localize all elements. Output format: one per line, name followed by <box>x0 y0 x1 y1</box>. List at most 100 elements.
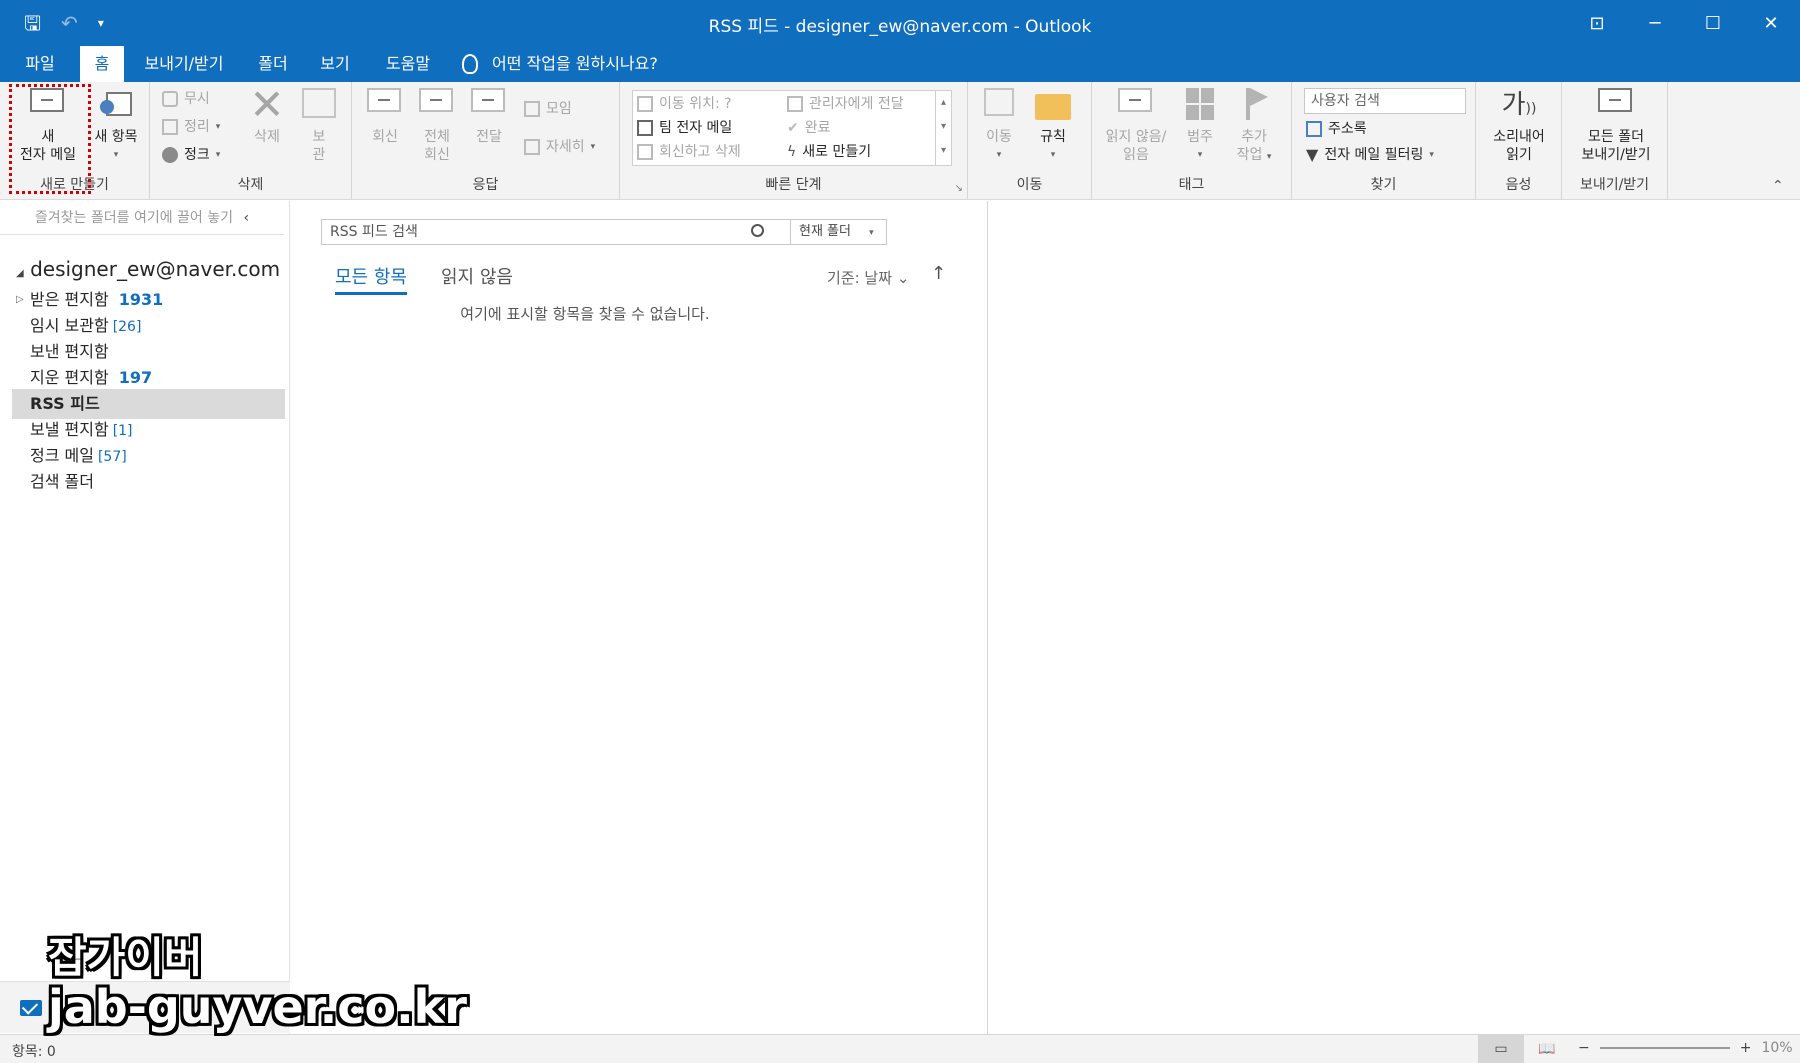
meeting-button[interactable]: 모임 <box>524 98 572 120</box>
reading-view-icon[interactable]: 📖 <box>1524 1035 1570 1063</box>
unread-read-icon <box>1118 88 1152 112</box>
tab-file[interactable]: 파일 <box>12 46 68 82</box>
ribbon-display-options-icon[interactable]: ⊡ <box>1568 0 1626 46</box>
group-label-quick-steps: 빠른 단계 <box>765 177 822 193</box>
quick-step-to-manager[interactable]: 관리자에게 전달 <box>787 93 904 115</box>
title-bar: 🖫 ↶ ▾ RSS 피드 - designer_ew@naver.com - O… <box>0 0 1800 46</box>
quick-step-reply-delete[interactable]: 회신하고 삭제 <box>637 141 741 163</box>
search-people-input[interactable]: 사용자 검색 <box>1304 88 1466 114</box>
folder-name: 보낼 편지함 <box>30 420 109 439</box>
tab-unread[interactable]: 읽지 않음 <box>441 263 513 295</box>
reading-pane <box>989 201 1800 1034</box>
categorize-icon <box>1186 88 1214 120</box>
folder-count: 197 <box>118 368 153 387</box>
zoom-slider[interactable] <box>1599 1047 1730 1049</box>
quick-step-team-email[interactable]: 팀 전자 메일 <box>637 117 732 139</box>
tab-view[interactable]: 보기 <box>310 46 360 82</box>
move-button[interactable]: 이동 ▾ <box>972 88 1026 164</box>
send-receive-all-button[interactable]: 모든 폴더 보내기/받기 <box>1566 88 1666 164</box>
delete-button[interactable]: ✕ 삭제 <box>242 84 292 146</box>
folder-count: [26] <box>112 319 142 335</box>
tab-folder[interactable]: 폴더 <box>250 46 296 82</box>
folder-name: 지운 편지함 <box>30 368 109 387</box>
zoom-in-icon[interactable]: + <box>1740 1040 1752 1056</box>
archive-icon <box>302 88 336 118</box>
collapse-pane-icon[interactable]: ‹ <box>243 210 249 226</box>
forward-button[interactable]: 전달 <box>462 88 516 146</box>
watermark-line2: jab-guyver.co.kr <box>48 980 467 1034</box>
dialog-launcher-icon[interactable]: ↘ <box>955 183 963 194</box>
quick-step-move-to[interactable]: 이동 위치: ? <box>637 93 732 115</box>
unread-read-button[interactable]: 읽지 않음/ 읽음 <box>1096 88 1176 164</box>
reply-button[interactable]: 회신 <box>358 88 412 146</box>
ribbon-tab-bar: 파일 홈 보내기/받기 폴더 보기 도움말 어떤 작업을 원하시나요? <box>0 46 1800 82</box>
folder-name: 임시 보관함 <box>30 316 109 335</box>
folder-count: 1931 <box>118 290 164 309</box>
lightning-icon: ϟ <box>787 144 797 160</box>
new-email-highlight-box <box>9 84 91 194</box>
tab-home[interactable]: 홈 <box>80 46 124 82</box>
forward-icon <box>471 88 505 112</box>
close-icon[interactable]: ✕ <box>1742 0 1800 46</box>
group-label-move: 이동 <box>1016 177 1043 193</box>
address-book-button[interactable]: 주소록 <box>1306 118 1367 140</box>
ribbon-group-delete: 무시 정리 ▾ 정크 ▾ ✕ 삭제 보 관 삭제 <box>150 82 352 200</box>
quick-step-done[interactable]: ✔ 완료 <box>787 117 831 139</box>
ribbon: 새 전자 메일 새 항목 ▾ 새로 만들기 무시 정리 ▾ 정크 ▾ ✕ 삭제 … <box>0 82 1800 200</box>
zoom-control: − + 10% <box>1578 1040 1793 1056</box>
group-label-send-receive: 보내기/받기 <box>1579 177 1650 193</box>
group-label-tags: 태그 <box>1178 177 1205 193</box>
empty-list-message: 여기에 표시할 항목을 찾을 수 없습니다. <box>460 305 710 323</box>
folder-count: [57] <box>97 449 127 465</box>
junk-icon <box>162 147 178 163</box>
reply-all-button[interactable]: 전체 회신 <box>410 88 464 164</box>
team-email-icon <box>637 120 653 136</box>
search-icon[interactable] <box>751 224 764 237</box>
rules-button[interactable]: 규칙 ▾ <box>1026 88 1080 164</box>
archive-button[interactable]: 보 관 <box>294 88 344 164</box>
reply-delete-icon <box>637 144 653 160</box>
window-title: RSS 피드 - designer_ew@naver.com - Outlook <box>708 17 1092 37</box>
quick-step-create-new[interactable]: ϟ 새로 만들기 <box>787 141 871 163</box>
folder-name: 정크 메일 <box>30 446 94 465</box>
junk-button[interactable]: 정크 ▾ <box>162 144 220 166</box>
ribbon-group-tags: 읽지 않음/ 읽음 범주 ▾ 추가 작업 ▾ 태그 <box>1092 82 1292 200</box>
quick-steps-gallery: 이동 위치: ? 팀 전자 메일 회신하고 삭제 관리자에게 전달 ✔ 완료 ϟ새… <box>632 90 952 166</box>
tab-send-receive[interactable]: 보내기/받기 <box>134 46 234 82</box>
folder-pane: 즐겨찾는 폴더를 여기에 끌어 놓기 ‹ ◢ designer_ew@naver… <box>0 201 290 1034</box>
categorize-button[interactable]: 범주 ▾ <box>1176 88 1224 164</box>
sort-by-dropdown[interactable]: 기준: 날짜 ⌄ <box>827 267 909 288</box>
cleanup-button[interactable]: 정리 ▾ <box>162 116 220 138</box>
filter-email-button[interactable]: ▼ 전자 메일 필터링 ▾ <box>1306 144 1434 166</box>
folder-name: 검색 폴더 <box>30 472 94 491</box>
new-items-button[interactable]: 새 항목 ▾ <box>84 88 148 164</box>
more-respond-button[interactable]: 자세히 ▾ <box>524 136 595 158</box>
maximize-icon[interactable]: ☐ <box>1684 0 1742 46</box>
quick-steps-scrollbar[interactable]: ▴ ▾ ▾ <box>935 91 951 165</box>
ignore-icon <box>162 91 178 107</box>
tell-me-box[interactable]: 어떤 작업을 원하시나요? <box>462 46 658 82</box>
tab-help[interactable]: 도움말 <box>376 46 440 82</box>
search-scope-dropdown[interactable]: 현재 폴더 ▾ <box>790 220 886 244</box>
collapse-account-icon[interactable]: ◢ <box>16 268 24 279</box>
search-input[interactable]: RSS 피드 검색 현재 폴더 ▾ <box>321 219 887 245</box>
zoom-level: 10% <box>1761 1040 1793 1056</box>
collapse-ribbon-icon[interactable]: ⌃ <box>1772 178 1784 194</box>
window-controls: ⊡ ─ ☐ ✕ <box>1568 0 1800 46</box>
folder-name: RSS 피드 <box>30 394 100 413</box>
account-header[interactable]: ◢ designer_ew@naver.com <box>16 257 280 281</box>
group-label-speech: 음성 <box>1505 177 1532 193</box>
sort-direction-icon[interactable]: ↑ <box>931 263 946 284</box>
normal-view-icon[interactable]: ▭ <box>1478 1035 1524 1063</box>
folder-item[interactable]: 검색 폴더 <box>12 467 285 497</box>
mail-icon[interactable] <box>20 1000 42 1016</box>
follow-up-button[interactable]: 추가 작업 ▾ <box>1226 88 1282 166</box>
ribbon-group-speech: 가)) 소리내어 읽기 음성 <box>1476 82 1562 200</box>
zoom-out-icon[interactable]: − <box>1578 1040 1590 1056</box>
minimize-icon[interactable]: ─ <box>1626 0 1684 46</box>
ignore-button[interactable]: 무시 <box>162 88 210 110</box>
read-aloud-button[interactable]: 가)) 소리내어 읽기 <box>1484 88 1554 164</box>
tab-all-items[interactable]: 모든 항목 <box>335 263 407 295</box>
watermark-line1: 잡가이버 <box>48 933 203 982</box>
ribbon-group-move: 이동 ▾ 규칙 ▾ 이동 <box>968 82 1092 200</box>
